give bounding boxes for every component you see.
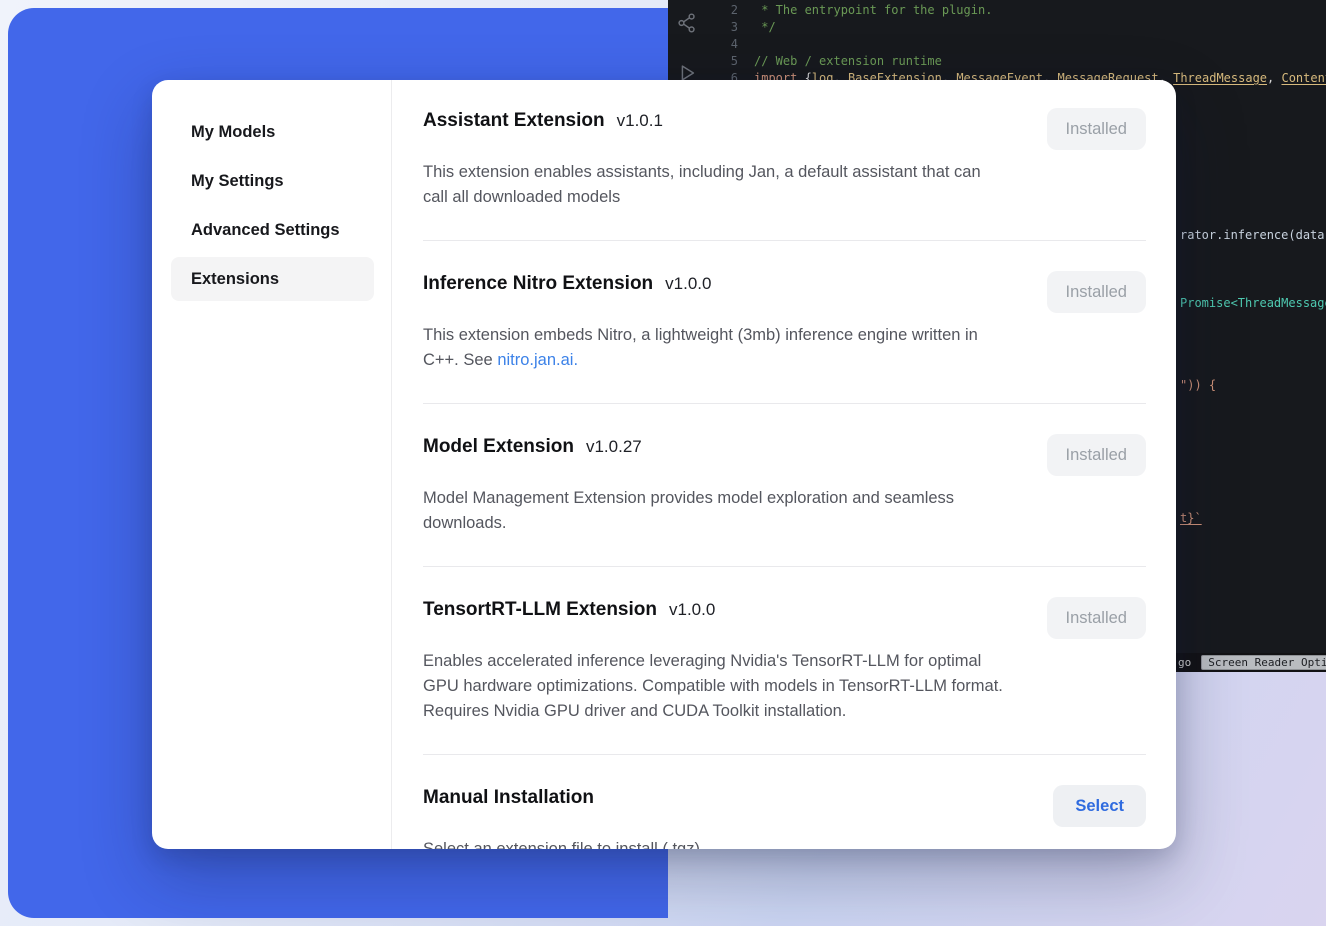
code-fragment: Promise<ThreadMessage> <box>1180 296 1326 310</box>
extension-name: Assistant Extension <box>423 108 605 134</box>
manual-installation-title: Manual Installation <box>423 785 594 811</box>
code-line: 2 * The entrypoint for the plugin. <box>706 2 1326 19</box>
installed-button[interactable]: Installed <box>1047 434 1146 476</box>
screen-reader-optimized-button[interactable]: Screen Reader Optimized <box>1201 655 1326 670</box>
line-number: 2 <box>706 2 738 19</box>
extension-section-assistant: Assistant Extension v1.0.1 Installed Thi… <box>423 108 1146 210</box>
code-fragment: t}` <box>1180 511 1202 525</box>
extension-version: v1.0.0 <box>665 274 711 294</box>
sidebar-item-my-settings[interactable]: My Settings <box>171 159 374 203</box>
code-line: 3 */ <box>706 19 1326 36</box>
extension-description: Enables accelerated inference leveraging… <box>423 649 1005 724</box>
line-number: 5 <box>706 53 738 70</box>
extension-title-row: Inference Nitro Extension v1.0.0 <box>423 271 711 297</box>
code-text: */ <box>754 19 776 36</box>
line-number: 3 <box>706 19 738 36</box>
extension-description: Model Management Extension provides mode… <box>423 486 1005 536</box>
select-button[interactable]: Select <box>1053 785 1146 827</box>
extension-title-row: TensortRT-LLM Extension v1.0.0 <box>423 597 715 623</box>
extension-name: Inference Nitro Extension <box>423 271 653 297</box>
installed-button[interactable]: Installed <box>1047 108 1146 150</box>
settings-modal: My Models My Settings Advanced Settings … <box>152 80 1176 849</box>
code-fragment: rator.inference(data)); <box>1180 228 1326 242</box>
sidebar-item-advanced-settings[interactable]: Advanced Settings <box>171 208 374 252</box>
extension-description: This extension enables assistants, inclu… <box>423 160 1005 210</box>
extension-name: Model Extension <box>423 434 574 460</box>
code-lines: 2 * The entrypoint for the plugin.3 */45… <box>706 2 1326 87</box>
code-text: // Web / extension runtime <box>754 53 942 70</box>
code-fragment: ")) { <box>1180 378 1216 392</box>
extension-section-model: Model Extension v1.0.27 Installed Model … <box>423 434 1146 536</box>
section-divider <box>423 240 1146 241</box>
source-control-icon[interactable] <box>675 12 699 36</box>
extension-version: v1.0.1 <box>617 111 663 131</box>
extensions-panel: Assistant Extension v1.0.1 Installed Thi… <box>392 80 1176 849</box>
extension-name: TensortRT-LLM Extension <box>423 597 657 623</box>
code-text: * The entrypoint for the plugin. <box>754 2 992 19</box>
line-number: 4 <box>706 36 738 53</box>
sidebar-item-my-models[interactable]: My Models <box>171 110 374 154</box>
extension-section-tensorrt-llm: TensortRT-LLM Extension v1.0.0 Installed… <box>423 597 1146 724</box>
status-text: go <box>1178 656 1191 669</box>
settings-sidebar: My Models My Settings Advanced Settings … <box>152 80 392 849</box>
extension-title-row: Model Extension v1.0.27 <box>423 434 642 460</box>
section-divider <box>423 754 1146 755</box>
desktop-background: { "sidebar": { "items": [ { "label": "My… <box>0 0 1326 926</box>
extension-version: v1.0.27 <box>586 437 642 457</box>
manual-installation-description: Select an extension file to install (.tg… <box>423 837 1005 849</box>
nitro-jan-ai-link[interactable]: nitro.jan.ai. <box>497 351 578 369</box>
extension-section-inference-nitro: Inference Nitro Extension v1.0.0 Install… <box>423 271 1146 373</box>
section-divider <box>423 566 1146 567</box>
extension-description: This extension embeds Nitro, a lightweig… <box>423 323 1005 373</box>
code-line: 4 <box>706 36 1326 53</box>
code-line: 5 // Web / extension runtime <box>706 53 1326 70</box>
installed-button[interactable]: Installed <box>1047 597 1146 639</box>
manual-installation-section: Manual Installation Select Select an ext… <box>423 785 1146 849</box>
extension-title-row: Assistant Extension v1.0.1 <box>423 108 663 134</box>
section-divider <box>423 403 1146 404</box>
extension-version: v1.0.0 <box>669 600 715 620</box>
sidebar-item-extensions[interactable]: Extensions <box>171 257 374 301</box>
installed-button[interactable]: Installed <box>1047 271 1146 313</box>
